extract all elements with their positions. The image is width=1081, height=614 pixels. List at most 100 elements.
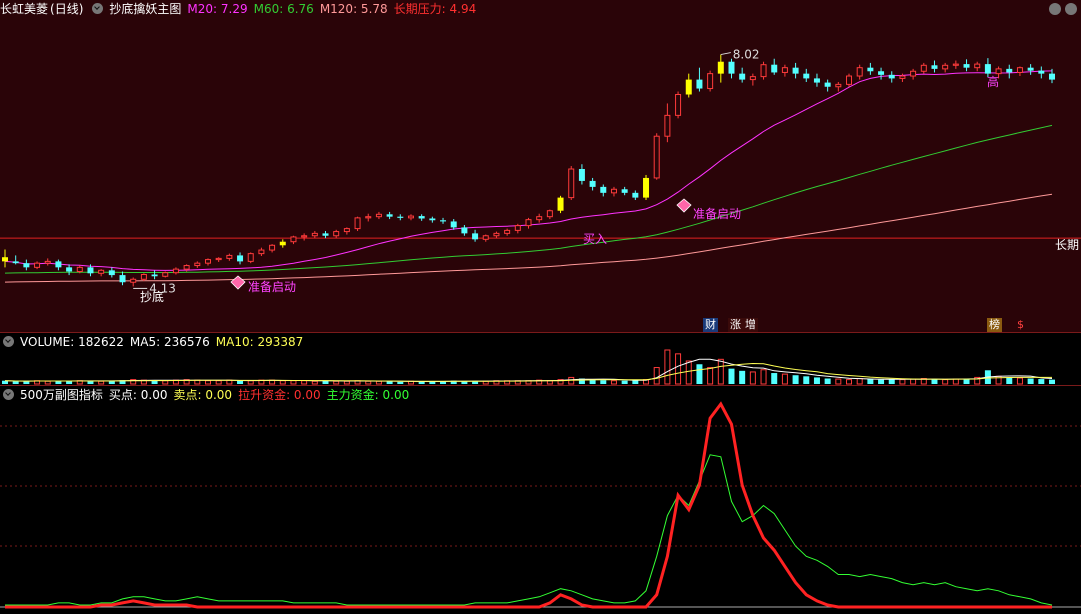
candle [237,252,244,265]
candle [343,227,350,235]
candle [66,264,73,276]
candle-body [461,227,468,234]
candle [771,58,778,75]
candle [781,64,788,77]
candle [803,68,810,82]
candle [407,214,414,221]
diamond-icon [230,275,246,290]
volume-bar [1027,378,1034,384]
candle [536,213,543,223]
candle [856,64,863,80]
chevron-down-icon[interactable] [92,3,104,14]
candle-body [130,278,137,283]
candle-body [183,265,190,270]
badge-zhang[interactable]: 涨 [728,318,743,332]
candle-body [119,275,126,283]
candle-body [557,197,564,211]
volume-bar [771,373,778,384]
candle [450,219,457,230]
candle [472,229,479,242]
candle-body [237,255,244,262]
candle [675,91,682,119]
candle-body [621,189,628,193]
volume-bar [888,379,895,384]
candle-body [578,169,585,181]
candle [2,249,8,268]
candle-body [365,216,372,219]
price-chart[interactable]: 8.024.13抄底准备启动准备启动买入高长期 [0,0,1081,332]
candle-body [2,257,8,262]
volume-bar [98,380,105,385]
candle-body [247,253,254,262]
candle-body [1049,73,1055,80]
volume-bar [44,380,51,385]
candle [504,228,511,236]
candle-body [867,67,874,72]
candle-body [333,231,340,237]
candle [322,230,329,239]
volume-bar [418,381,425,384]
candle [942,62,949,73]
candle [931,60,938,73]
badge-bang[interactable]: 榜 [987,318,1002,332]
candle [514,223,521,234]
candle [204,258,211,266]
chevron-down-icon[interactable] [3,336,14,347]
volume-bar [1049,379,1055,384]
candle-body [204,259,211,264]
m20-line [4,70,1053,271]
badge-cai[interactable]: 财 [703,318,718,332]
sub-header: 500万副图指标 买点: 0.00 卖点: 0.00 拉升资金: 0.00 主力资金: … [0,386,415,404]
volume-bar [1016,377,1023,385]
candle [717,54,724,83]
candle-body [87,267,94,274]
badge-s[interactable]: $ [1015,318,1026,332]
candle [760,61,767,80]
candle [418,214,425,221]
candle [1038,66,1045,79]
ready-start-label-1: 准备启动 [248,280,296,294]
long-term-label: 长期 [1055,238,1079,252]
candle-body [707,73,714,90]
volume-bar [301,380,308,385]
chevron-down-icon[interactable] [3,389,14,400]
candle [162,271,169,278]
indicator-name: 抄底擒妖主图 [109,2,182,16]
candle [108,267,115,278]
candle [12,255,19,265]
buy-point: 买点: 0.00 [108,388,168,402]
volume-panel[interactable]: VOLUME: 182622 MA5: 236576 MA10: 293387 [0,333,1081,386]
price-panel[interactable]: 8.02 4.13 抄底 准备启动 准备启动 买入高长期 长虹美菱 (日线) 抄底擒妖主图 M2… [0,0,1081,333]
sub-indicator-panel[interactable]: 500万副图指标 买点: 0.00 卖点: 0.00 拉升资金: 0.00 主力资金: … [0,386,1081,614]
candle-body [472,233,479,240]
candle-body [12,261,19,264]
candle-body [931,65,938,69]
badge-zeng[interactable]: 增 [743,318,758,332]
price-header: 长虹美菱 (日线) 抄底擒妖主图 M20: 7.29 M60: 6.76 M120: 5.… [0,0,482,18]
candle [643,174,650,200]
candle [920,62,927,74]
sub-indicator-chart[interactable] [0,386,1081,614]
candle [792,62,799,79]
candle-body [739,73,746,80]
candle-body [311,232,318,237]
candle-body [696,79,703,89]
candle-body [66,267,73,272]
volume-bar [952,378,959,385]
candle-body [44,260,51,264]
lift-fund-line [5,401,1052,609]
candle-body [354,217,361,230]
collapse-icon[interactable] [1049,3,1061,15]
candle-body [76,266,83,273]
candle-body [803,73,810,79]
volume-value: VOLUME: 182622 [20,335,124,349]
lift-fund: 拉升资金: 0.00 [238,388,321,402]
candle [610,186,617,197]
expand-icon[interactable] [1065,3,1077,15]
candle-body [771,64,778,73]
candle [354,216,361,231]
candle [707,70,714,92]
candle-body [717,61,724,74]
volume-bar [728,368,735,384]
volume-bar [749,371,756,385]
